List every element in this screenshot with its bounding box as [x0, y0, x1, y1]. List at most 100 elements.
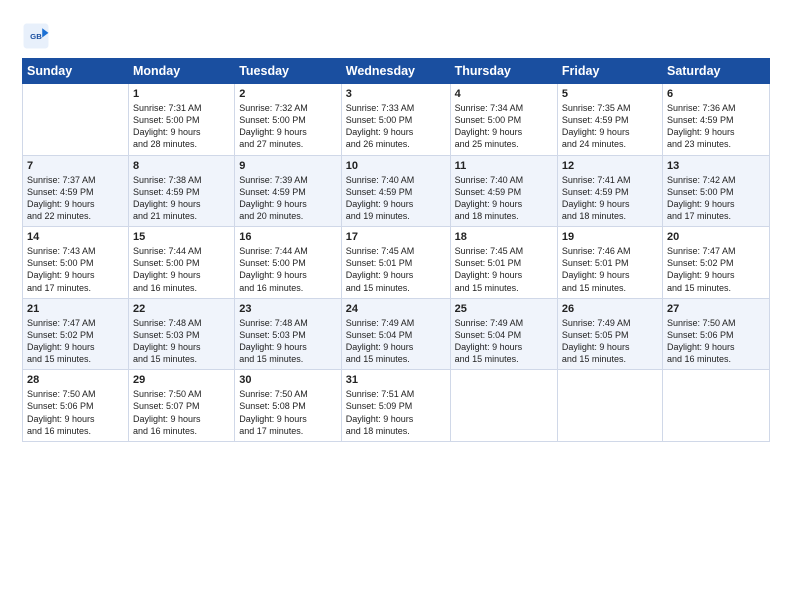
day-number: 23 [239, 303, 337, 315]
calendar-cell: 17 Sunrise: 7:45 AM Sunset: 5:01 PM Dayli… [341, 227, 450, 299]
calendar-cell: 25Sunrise: 7:49 AM Sunset: 5:04 PM Dayli… [450, 298, 557, 370]
day-info: Sunrise: 7:41 AM Sunset: 4:59 PM Dayligh… [562, 174, 658, 223]
calendar-body: 1 Sunrise: 7:31 AM Sunset: 5:00 PM Daylig… [23, 84, 770, 442]
calendar-cell: 20 Sunrise: 7:47 AM Sunset: 5:02 PM Dayli… [662, 227, 769, 299]
day-number: 10 [346, 160, 446, 172]
day-info: Sunrise: 7:47 AM Sunset: 5:02 PM Dayligh… [27, 317, 124, 366]
calendar-cell: 6 Sunrise: 7:36 AM Sunset: 4:59 PM Daylig… [662, 84, 769, 156]
day-number: 12 [562, 160, 658, 172]
calendar-cell: 16 Sunrise: 7:44 AM Sunset: 5:00 PM Dayli… [235, 227, 342, 299]
day-number: 1 [133, 88, 230, 100]
day-number: 31 [346, 374, 446, 386]
day-info: Sunrise: 7:32 AM Sunset: 5:00 PM Dayligh… [239, 102, 337, 151]
day-info: Sunrise: 7:42 AM Sunset: 5:00 PM Dayligh… [667, 174, 765, 223]
calendar-cell [23, 84, 129, 156]
calendar-table: SundayMondayTuesdayWednesdayThursdayFrid… [22, 58, 770, 442]
day-info: Sunrise: 7:45 AM Sunset: 5:01 PM Dayligh… [346, 245, 446, 294]
calendar-cell: 15Sunrise: 7:44 AM Sunset: 5:00 PM Dayli… [128, 227, 234, 299]
day-info: Sunrise: 7:47 AM Sunset: 5:02 PM Dayligh… [667, 245, 765, 294]
day-info: Sunrise: 7:49 AM Sunset: 5:05 PM Dayligh… [562, 317, 658, 366]
calendar-cell: 14Sunrise: 7:43 AM Sunset: 5:00 PM Dayli… [23, 227, 129, 299]
day-info: Sunrise: 7:36 AM Sunset: 4:59 PM Dayligh… [667, 102, 765, 151]
weekday-header-friday: Friday [557, 59, 662, 84]
day-number: 29 [133, 374, 230, 386]
day-number: 17 [346, 231, 446, 243]
day-info: Sunrise: 7:51 AM Sunset: 5:09 PM Dayligh… [346, 388, 446, 437]
day-info: Sunrise: 7:50 AM Sunset: 5:06 PM Dayligh… [667, 317, 765, 366]
weekday-header-wednesday: Wednesday [341, 59, 450, 84]
day-number: 6 [667, 88, 765, 100]
day-info: Sunrise: 7:48 AM Sunset: 5:03 PM Dayligh… [239, 317, 337, 366]
day-number: 8 [133, 160, 230, 172]
calendar-cell [662, 370, 769, 442]
calendar-week-3: 14Sunrise: 7:43 AM Sunset: 5:00 PM Dayli… [23, 227, 770, 299]
day-number: 7 [27, 160, 124, 172]
day-number: 13 [667, 160, 765, 172]
calendar-cell: 23 Sunrise: 7:48 AM Sunset: 5:03 PM Dayli… [235, 298, 342, 370]
day-info: Sunrise: 7:50 AM Sunset: 5:07 PM Dayligh… [133, 388, 230, 437]
page: GB SundayMondayTuesdayWednesdayThursdayF… [0, 0, 792, 612]
calendar-cell: 3Sunrise: 7:33 AM Sunset: 5:00 PM Daylig… [341, 84, 450, 156]
day-info: Sunrise: 7:49 AM Sunset: 5:04 PM Dayligh… [346, 317, 446, 366]
day-number: 4 [455, 88, 553, 100]
day-info: Sunrise: 7:49 AM Sunset: 5:04 PM Dayligh… [455, 317, 553, 366]
calendar-header: SundayMondayTuesdayWednesdayThursdayFrid… [23, 59, 770, 84]
day-info: Sunrise: 7:44 AM Sunset: 5:00 PM Dayligh… [133, 245, 230, 294]
calendar-cell: 30 Sunrise: 7:50 AM Sunset: 5:08 PM Dayli… [235, 370, 342, 442]
day-info: Sunrise: 7:48 AM Sunset: 5:03 PM Dayligh… [133, 317, 230, 366]
calendar-week-1: 1 Sunrise: 7:31 AM Sunset: 5:00 PM Daylig… [23, 84, 770, 156]
day-number: 11 [455, 160, 553, 172]
calendar-cell: 5 Sunrise: 7:35 AM Sunset: 4:59 PM Daylig… [557, 84, 662, 156]
weekday-header-saturday: Saturday [662, 59, 769, 84]
day-number: 5 [562, 88, 658, 100]
calendar-cell: 26 Sunrise: 7:49 AM Sunset: 5:05 PM Dayli… [557, 298, 662, 370]
day-info: Sunrise: 7:31 AM Sunset: 5:00 PM Dayligh… [133, 102, 230, 151]
day-number: 19 [562, 231, 658, 243]
day-info: Sunrise: 7:40 AM Sunset: 4:59 PM Dayligh… [346, 174, 446, 223]
day-number: 3 [346, 88, 446, 100]
calendar-cell: 27Sunrise: 7:50 AM Sunset: 5:06 PM Dayli… [662, 298, 769, 370]
day-number: 2 [239, 88, 337, 100]
calendar-week-2: 7 Sunrise: 7:37 AM Sunset: 4:59 PM Daylig… [23, 155, 770, 227]
day-info: Sunrise: 7:39 AM Sunset: 4:59 PM Dayligh… [239, 174, 337, 223]
calendar-cell: 22 Sunrise: 7:48 AM Sunset: 5:03 PM Dayli… [128, 298, 234, 370]
calendar-cell: 13 Sunrise: 7:42 AM Sunset: 5:00 PM Dayli… [662, 155, 769, 227]
weekday-header-tuesday: Tuesday [235, 59, 342, 84]
calendar-cell: 29 Sunrise: 7:50 AM Sunset: 5:07 PM Dayli… [128, 370, 234, 442]
weekday-header-thursday: Thursday [450, 59, 557, 84]
calendar-cell: 2 Sunrise: 7:32 AM Sunset: 5:00 PM Daylig… [235, 84, 342, 156]
header: GB [22, 18, 770, 50]
calendar-cell: 28 Sunrise: 7:50 AM Sunset: 5:06 PM Dayli… [23, 370, 129, 442]
calendar-cell: 8 Sunrise: 7:38 AM Sunset: 4:59 PM Daylig… [128, 155, 234, 227]
calendar-cell: 12 Sunrise: 7:41 AM Sunset: 4:59 PM Dayli… [557, 155, 662, 227]
day-number: 16 [239, 231, 337, 243]
day-info: Sunrise: 7:44 AM Sunset: 5:00 PM Dayligh… [239, 245, 337, 294]
calendar-cell [450, 370, 557, 442]
day-info: Sunrise: 7:35 AM Sunset: 4:59 PM Dayligh… [562, 102, 658, 151]
calendar-cell: 21Sunrise: 7:47 AM Sunset: 5:02 PM Dayli… [23, 298, 129, 370]
day-number: 18 [455, 231, 553, 243]
calendar-cell: 31 Sunrise: 7:51 AM Sunset: 5:09 PM Dayli… [341, 370, 450, 442]
day-number: 26 [562, 303, 658, 315]
calendar-cell: 10 Sunrise: 7:40 AM Sunset: 4:59 PM Dayli… [341, 155, 450, 227]
day-info: Sunrise: 7:37 AM Sunset: 4:59 PM Dayligh… [27, 174, 124, 223]
day-number: 30 [239, 374, 337, 386]
day-info: Sunrise: 7:50 AM Sunset: 5:06 PM Dayligh… [27, 388, 124, 437]
day-info: Sunrise: 7:50 AM Sunset: 5:08 PM Dayligh… [239, 388, 337, 437]
calendar-cell: 19 Sunrise: 7:46 AM Sunset: 5:01 PM Dayli… [557, 227, 662, 299]
day-number: 22 [133, 303, 230, 315]
weekday-header-row: SundayMondayTuesdayWednesdayThursdayFrid… [23, 59, 770, 84]
day-info: Sunrise: 7:40 AM Sunset: 4:59 PM Dayligh… [455, 174, 553, 223]
logo: GB [22, 22, 54, 50]
calendar-week-5: 28 Sunrise: 7:50 AM Sunset: 5:06 PM Dayli… [23, 370, 770, 442]
day-info: Sunrise: 7:43 AM Sunset: 5:00 PM Dayligh… [27, 245, 124, 294]
calendar-cell [557, 370, 662, 442]
day-number: 20 [667, 231, 765, 243]
calendar-cell: 9Sunrise: 7:39 AM Sunset: 4:59 PM Daylig… [235, 155, 342, 227]
day-number: 28 [27, 374, 124, 386]
day-info: Sunrise: 7:46 AM Sunset: 5:01 PM Dayligh… [562, 245, 658, 294]
day-info: Sunrise: 7:38 AM Sunset: 4:59 PM Dayligh… [133, 174, 230, 223]
calendar-cell: 4Sunrise: 7:34 AM Sunset: 5:00 PM Daylig… [450, 84, 557, 156]
day-number: 24 [346, 303, 446, 315]
calendar-cell: 7 Sunrise: 7:37 AM Sunset: 4:59 PM Daylig… [23, 155, 129, 227]
